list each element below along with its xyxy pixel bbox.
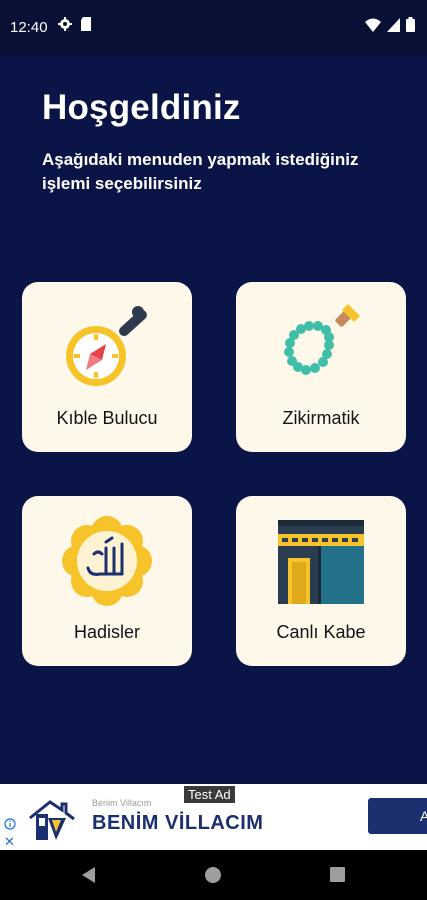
dhikr-counter-tile[interactable]: Zikirmatik xyxy=(236,282,406,452)
tile-label: Kıble Bulucu xyxy=(56,408,158,428)
gear-icon xyxy=(58,17,72,31)
status-bar: 12:40 xyxy=(0,0,427,56)
tile-label: Hadisler xyxy=(73,622,141,642)
home-icon[interactable] xyxy=(204,866,222,884)
test-ad-tag: Test Ad xyxy=(184,786,235,803)
ad-banner[interactable]: Test Ad ✕ Benim Villacım BENİM VİLLACIM … xyxy=(0,784,427,850)
qibla-finder-tile[interactable]: Kıble Bulucu xyxy=(22,282,192,452)
info-icon[interactable] xyxy=(4,818,16,830)
villa-logo-icon xyxy=(29,800,75,840)
ad-cta-button[interactable]: A xyxy=(368,798,427,834)
page-subtitle: Aşağıdaki menuden yapmak istediğiniz işl… xyxy=(42,150,359,193)
ad-brand-large: BENİM VİLLACIM xyxy=(92,812,264,834)
ad-brand-small: Benim Villacım xyxy=(92,798,152,808)
live-kaaba-tile[interactable]: Canlı Kabe xyxy=(236,496,406,666)
prayer-beads-icon xyxy=(284,304,360,375)
kaaba-icon xyxy=(278,520,364,604)
tile-label: Canlı Kabe xyxy=(276,622,366,642)
back-icon[interactable] xyxy=(80,866,98,884)
hadiths-tile[interactable]: Hadisler xyxy=(22,496,192,666)
compass-icon xyxy=(66,306,147,386)
battery-icon xyxy=(406,17,415,32)
status-time: 12:40 xyxy=(10,19,48,36)
tile-label: Zikirmatik xyxy=(282,408,360,428)
navigation-bar xyxy=(0,850,427,900)
close-icon[interactable]: ✕ xyxy=(4,834,15,850)
signal-icon xyxy=(387,17,400,32)
allah-calligraphy-icon xyxy=(62,516,152,606)
sd-card-icon xyxy=(81,17,91,31)
recents-icon[interactable] xyxy=(329,866,346,883)
page-title: Hoşgeldiniz xyxy=(42,88,241,127)
wifi-icon xyxy=(365,18,381,32)
main-content: Hoşgeldiniz Aşağıdaki menuden yapmak ist… xyxy=(0,56,427,784)
